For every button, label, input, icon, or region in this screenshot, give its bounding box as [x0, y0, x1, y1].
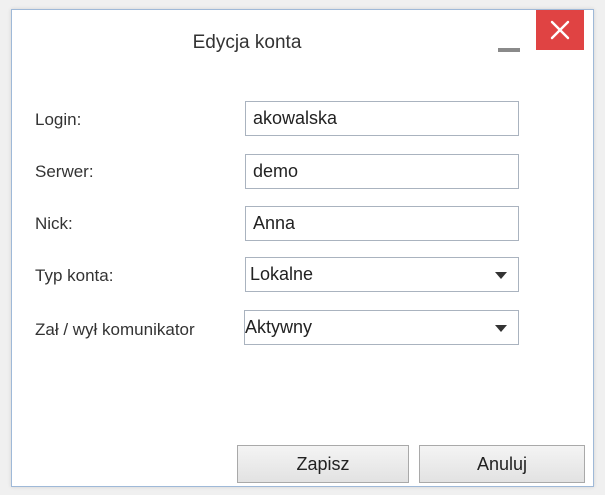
server-label: Serwer:: [35, 162, 94, 181]
messenger-label: Zał / wył komunikator: [35, 320, 195, 339]
save-button[interactable]: Zapisz: [237, 445, 409, 483]
messenger-select[interactable]: Aktywny: [244, 310, 519, 345]
account-type-label: Typ konta:: [35, 266, 114, 285]
minimize-button[interactable]: [488, 22, 530, 58]
close-button[interactable]: [536, 10, 584, 50]
login-input[interactable]: [245, 101, 519, 136]
server-input[interactable]: [245, 154, 519, 189]
chevron-down-icon: [495, 272, 507, 279]
chevron-down-icon: [495, 325, 507, 332]
close-icon: [550, 20, 570, 40]
cancel-button[interactable]: Anuluj: [419, 445, 585, 483]
login-label: Login:: [35, 110, 82, 129]
dialog-title: Edycja konta: [192, 32, 302, 53]
account-edit-dialog: Edycja konta Login: Serwer: Nick: Typ ko…: [11, 9, 594, 487]
title-bar[interactable]: Edycja konta: [12, 10, 593, 70]
messenger-value: Aktywny: [245, 317, 313, 337]
nick-label: Nick:: [35, 214, 73, 233]
account-type-value: Lokalne: [250, 264, 314, 284]
nick-input[interactable]: [245, 206, 519, 241]
minimize-icon: [498, 48, 520, 52]
account-type-select[interactable]: Lokalne: [245, 257, 519, 292]
